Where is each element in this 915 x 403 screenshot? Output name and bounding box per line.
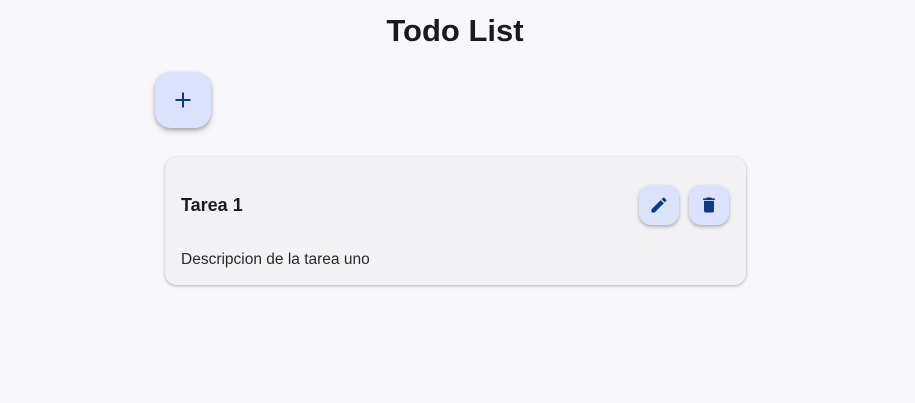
task-title: Tarea 1 [181,195,243,215]
add-task-button[interactable] [155,72,211,128]
edit-task-button[interactable] [639,185,679,225]
page-title: Todo List [386,13,524,48]
task-description: Descripcion de la tarea uno [181,251,370,268]
pencil-icon [649,195,669,215]
task-card: Tarea 1 Descripcion de la tarea uno [165,157,746,285]
trash-icon [699,195,719,215]
plus-icon [174,91,192,109]
delete-task-button[interactable] [689,185,729,225]
